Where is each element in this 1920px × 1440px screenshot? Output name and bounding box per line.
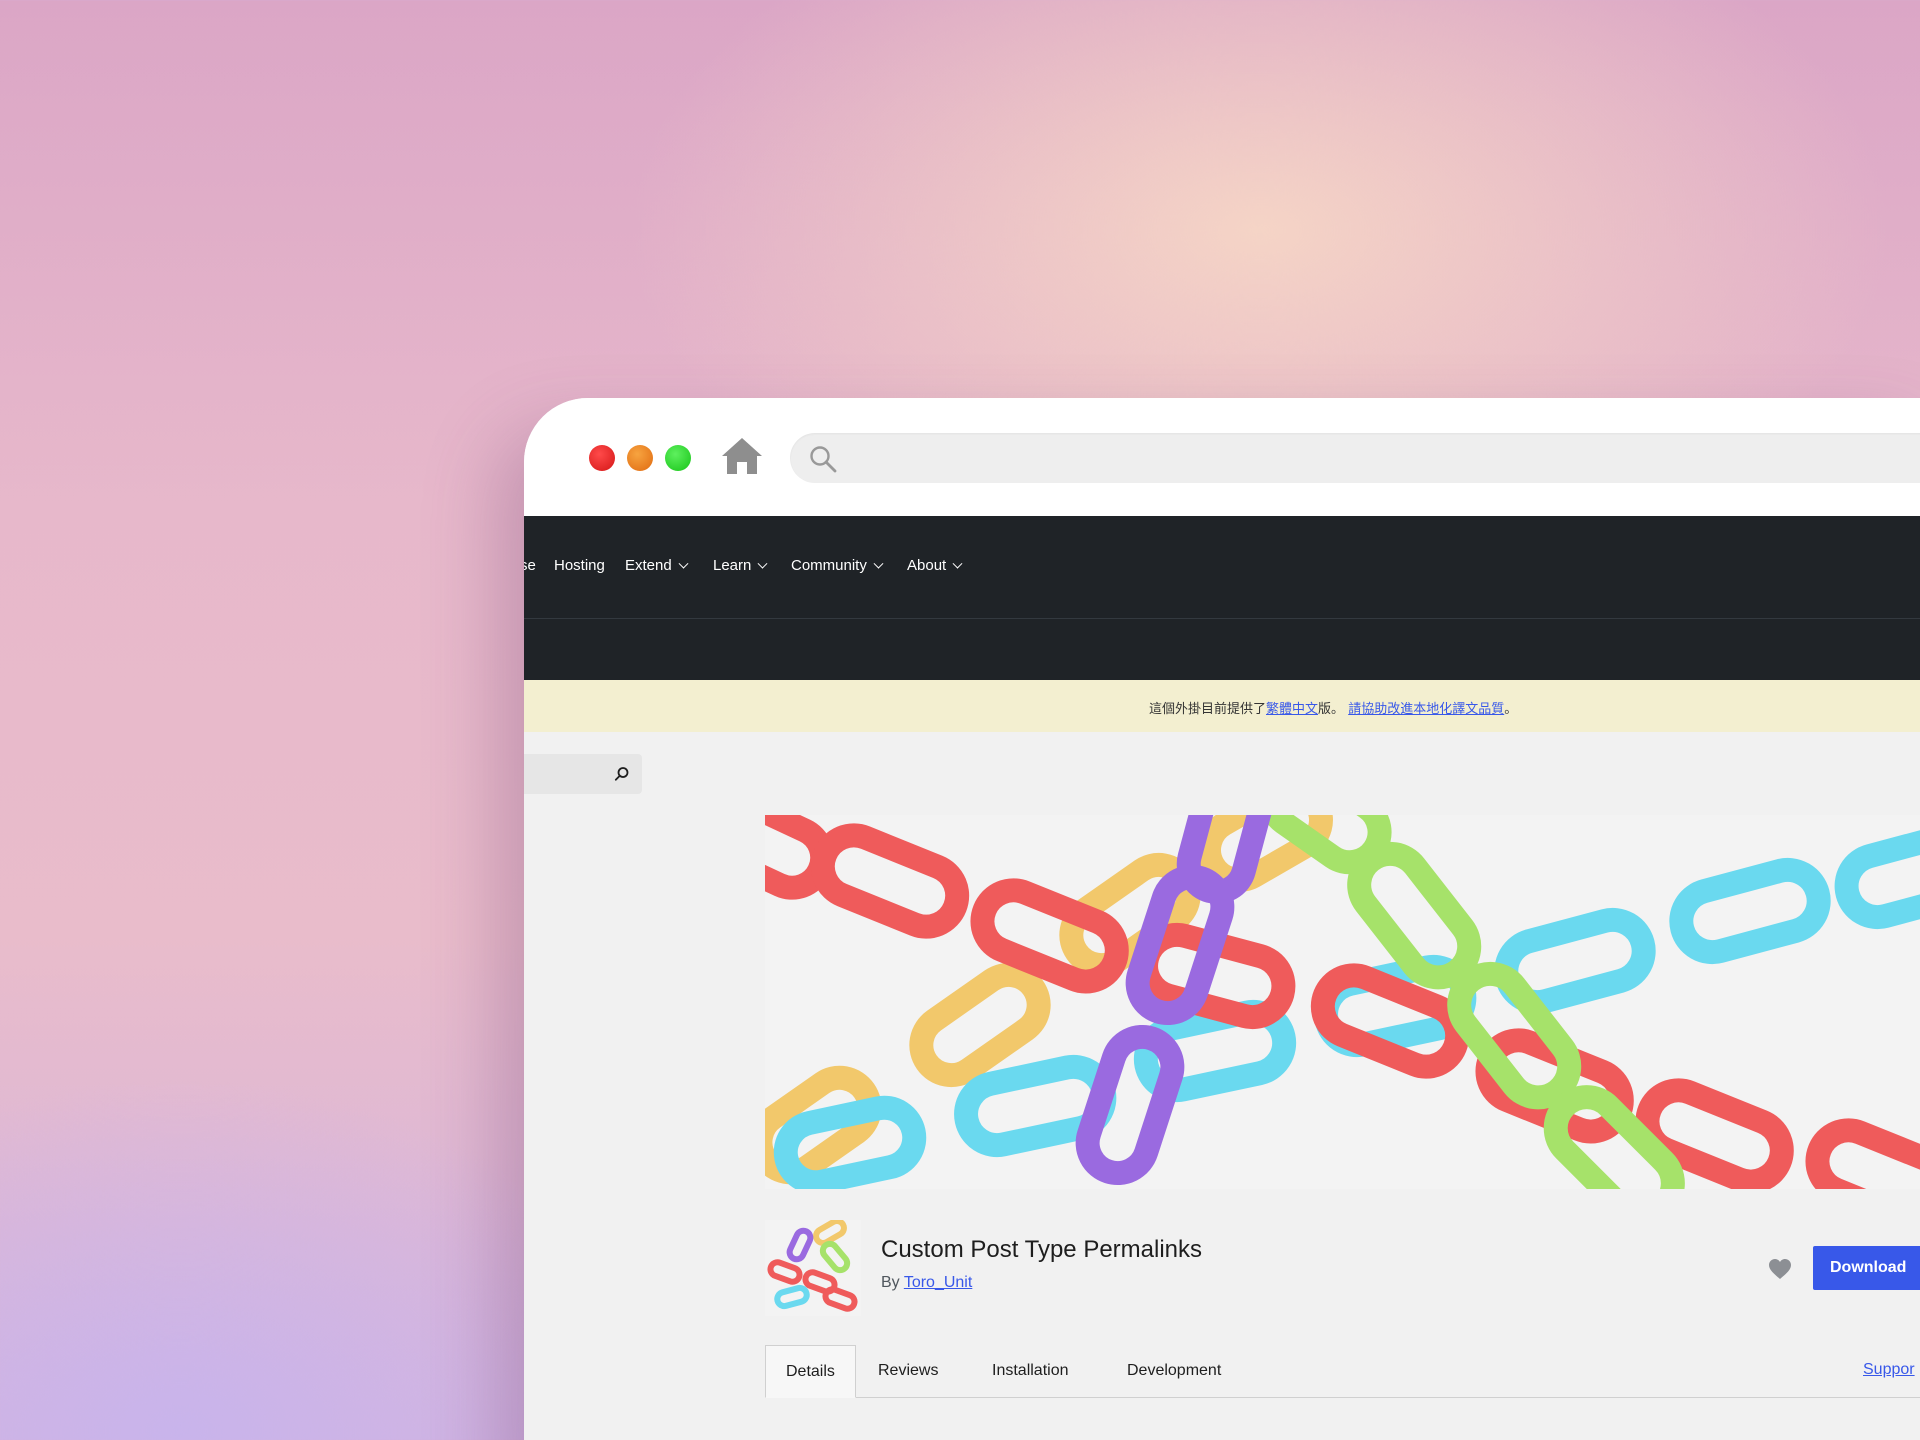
tab-reviews[interactable]: Reviews bbox=[878, 1345, 938, 1397]
chevron-down-icon bbox=[952, 558, 963, 569]
heart-icon[interactable] bbox=[1768, 1258, 1792, 1280]
notice-text: 這個外掛目前提供了繁體中文版。 請協助改進本地化譯文品質。 bbox=[1149, 698, 1517, 717]
author-link[interactable]: Toro_Unit bbox=[904, 1274, 972, 1291]
browser-window: se Hosting Extend Learn Community About … bbox=[524, 398, 1920, 1440]
translation-notice: 這個外掛目前提供了繁體中文版。 請協助改進本地化譯文品質。 bbox=[524, 680, 1920, 732]
nav-item-about[interactable]: About bbox=[907, 556, 963, 576]
notice-middle: 版。 bbox=[1318, 702, 1345, 717]
nav-row: se Hosting Extend Learn Community About bbox=[524, 516, 1920, 619]
nav-item-learn[interactable]: Learn bbox=[713, 556, 768, 576]
notice-prefix: 這個外掛目前提供了 bbox=[1149, 702, 1267, 717]
site-navigation: se Hosting Extend Learn Community About bbox=[524, 516, 1920, 680]
support-link[interactable]: Suppor bbox=[1863, 1361, 1915, 1379]
plugin-tabs: Details Reviews Installation Development bbox=[765, 1345, 1920, 1398]
nav-item-extend[interactable]: Extend bbox=[625, 556, 689, 576]
nav-item-community[interactable]: Community bbox=[791, 556, 884, 576]
by-label: By bbox=[881, 1274, 900, 1291]
chevron-down-icon bbox=[873, 558, 884, 569]
chevron-down-icon bbox=[678, 558, 689, 569]
plugin-title: Custom Post Type Permalinks bbox=[881, 1236, 1203, 1263]
notice-suffix: 。 bbox=[1504, 702, 1518, 717]
plugin-icon bbox=[765, 1220, 861, 1316]
chain-banner-illustration bbox=[765, 815, 1920, 1189]
improve-translation-link[interactable]: 請協助改進本地化譯文品質 bbox=[1348, 702, 1504, 717]
browser-chrome bbox=[524, 398, 1920, 516]
address-bar[interactable] bbox=[790, 433, 1920, 483]
search-icon bbox=[810, 446, 837, 473]
chevron-down-icon bbox=[757, 558, 768, 569]
download-button[interactable]: Download bbox=[1813, 1246, 1920, 1290]
chain-icon-illustration bbox=[767, 1220, 858, 1312]
plugin-byline: By Toro_Unit bbox=[881, 1274, 972, 1292]
search-icon[interactable] bbox=[614, 766, 630, 782]
home-icon[interactable] bbox=[720, 434, 764, 478]
tab-installation[interactable]: Installation bbox=[992, 1345, 1069, 1397]
language-link[interactable]: 繁體中文 bbox=[1266, 702, 1318, 717]
zoom-dot[interactable] bbox=[665, 445, 691, 471]
tab-development[interactable]: Development bbox=[1127, 1345, 1221, 1397]
nav-item-hosting[interactable]: Hosting bbox=[554, 556, 605, 576]
close-dot[interactable] bbox=[589, 445, 615, 471]
minimize-dot[interactable] bbox=[627, 445, 653, 471]
tab-details[interactable]: Details bbox=[765, 1345, 856, 1398]
nav-item-showcase[interactable]: se bbox=[524, 556, 536, 576]
plugin-banner bbox=[765, 815, 1920, 1189]
plugin-search-input[interactable] bbox=[524, 754, 642, 794]
